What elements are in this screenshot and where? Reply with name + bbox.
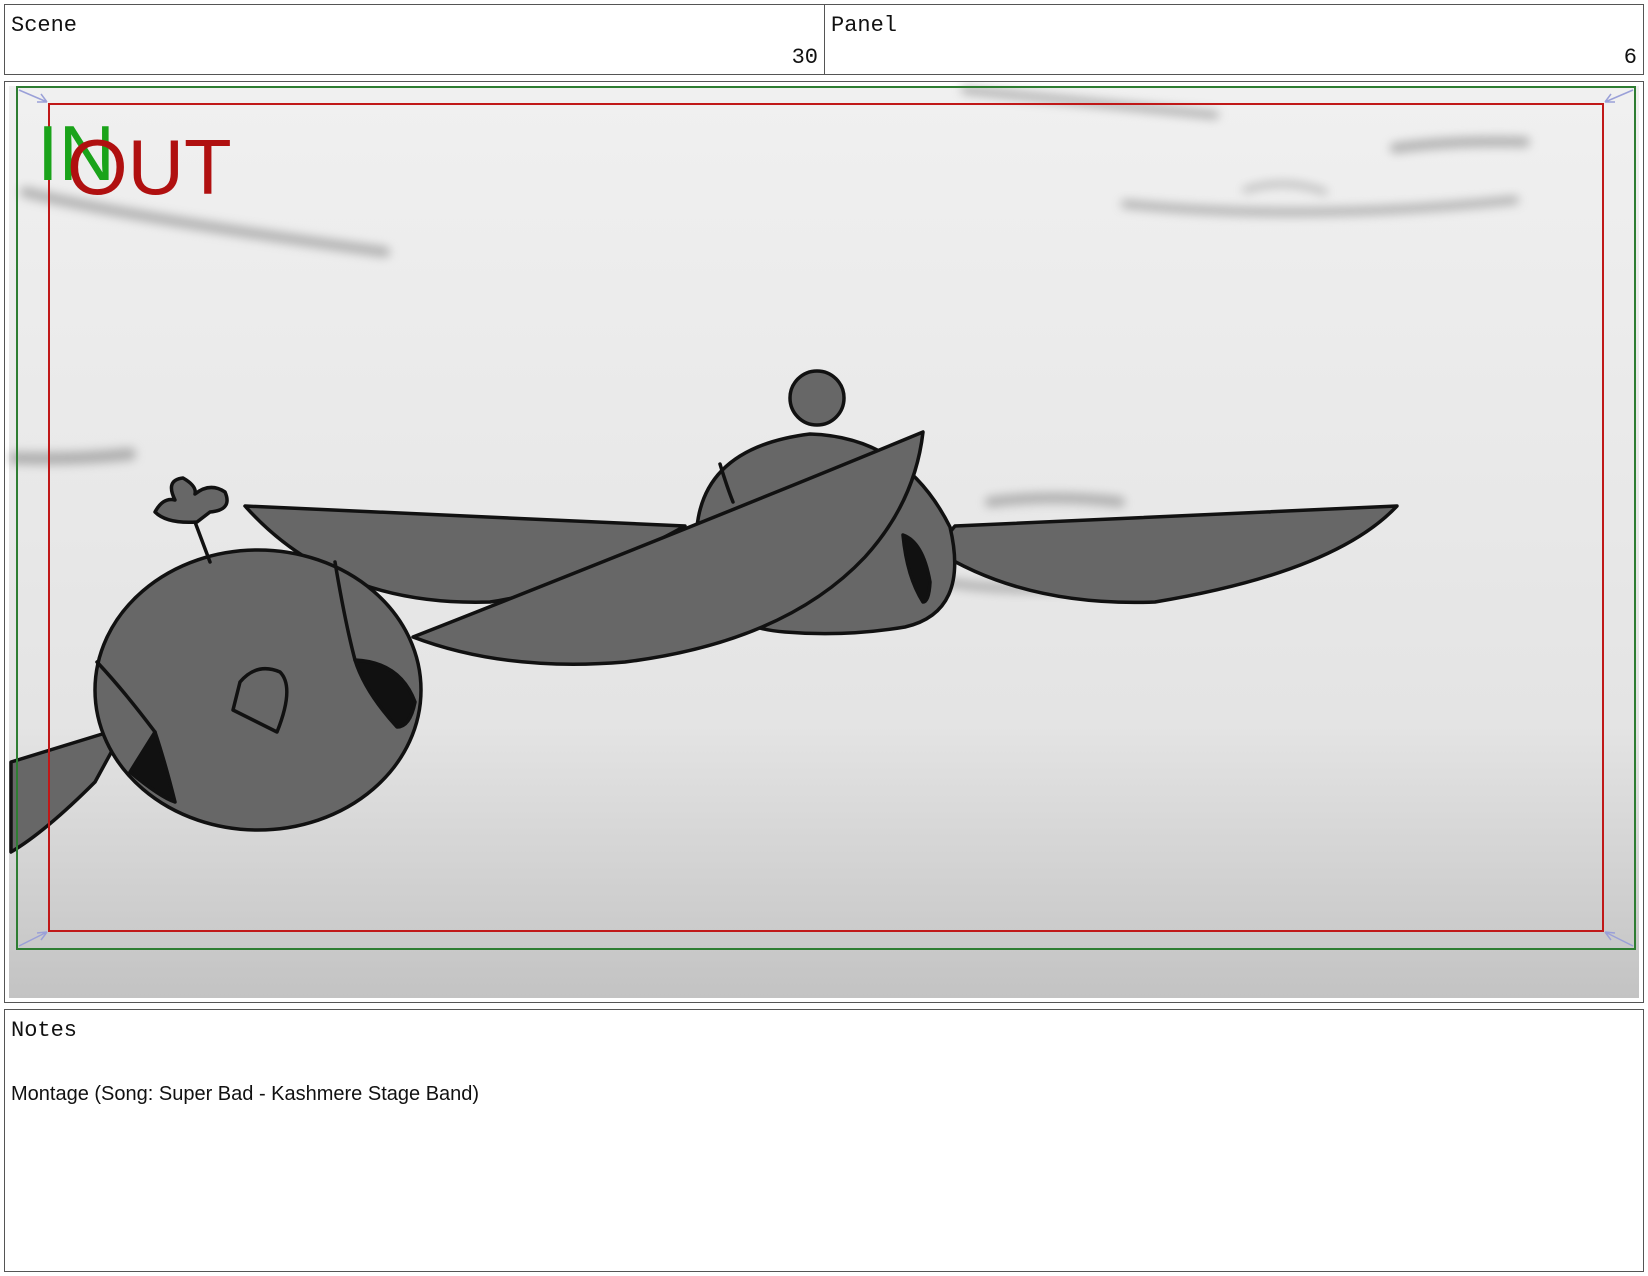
storyboard-frame: IN OUT	[4, 81, 1644, 1003]
scene-label: Scene	[11, 13, 78, 38]
notes-label: Notes	[11, 1018, 78, 1043]
panel-number: 6	[1623, 45, 1637, 70]
storyboard-drawing: IN OUT	[9, 86, 1639, 998]
panel-field: Panel 6	[824, 4, 1644, 75]
panel-label: Panel	[831, 13, 898, 38]
out-marker: OUT	[67, 123, 232, 211]
notes-text: Montage (Song: Super Bad - Kashmere Stag…	[11, 1083, 480, 1105]
notes-field: Notes Montage (Song: Super Bad - Kashmer…	[4, 1009, 1644, 1272]
scene-field: Scene 30	[4, 4, 825, 75]
scene-number: 30	[791, 45, 818, 70]
